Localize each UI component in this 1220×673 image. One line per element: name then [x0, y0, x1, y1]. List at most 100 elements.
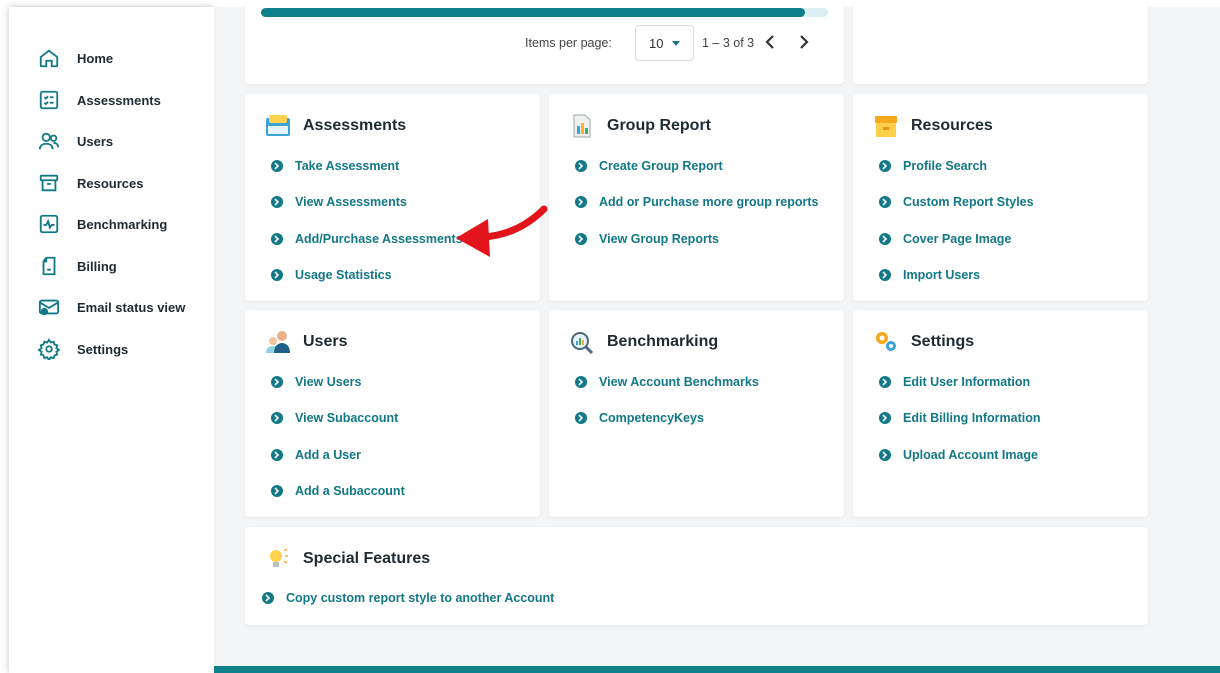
special-features-card: Special Features Copy custom report styl…: [245, 527, 1148, 625]
link-label: View Subaccount: [295, 411, 399, 425]
items-per-page-value: 10: [649, 35, 664, 51]
items-per-page-select[interactable]: 10: [635, 25, 694, 61]
annotation-arrow-icon: [456, 205, 548, 257]
chevron-circle-icon: [879, 412, 891, 424]
sidebar-item-resources[interactable]: Resources: [36, 170, 143, 196]
footer-bar: [214, 666, 1220, 673]
sidebar-item-label: Settings: [77, 341, 129, 357]
chevron-circle-icon: [879, 196, 891, 208]
chevron-circle-icon: [879, 449, 891, 461]
chevron-circle-icon: [271, 412, 283, 424]
view-subaccount-link[interactable]: View Subaccount: [271, 409, 398, 427]
chevron-circle-icon: [879, 269, 891, 281]
edit-billing-information-link[interactable]: Edit Billing Information: [879, 409, 1041, 427]
items-per-page-label: Items per page:: [525, 36, 612, 50]
card-title: Benchmarking: [607, 333, 719, 350]
home-icon: [36, 45, 62, 71]
link-label: Cover Page Image: [903, 232, 1012, 246]
card-header: Users: [264, 328, 347, 356]
card-title: Group Report: [607, 117, 711, 134]
lightbulb-icon: [264, 545, 292, 573]
chevron-circle-icon: [271, 449, 283, 461]
view-users-link[interactable]: View Users: [271, 373, 361, 391]
chevron-circle-icon: [879, 160, 891, 172]
cover-page-image-link[interactable]: Cover Page Image: [879, 230, 1011, 248]
view-account-benchmarks-link[interactable]: View Account Benchmarks: [575, 373, 759, 391]
link-label: CompetencyKeys: [599, 411, 704, 425]
assessment-clipboard-icon: [264, 112, 292, 140]
sidebar-item-billing[interactable]: Billing: [36, 253, 117, 279]
chevron-circle-icon: [575, 196, 587, 208]
pagination-range: 1 – 3 of 3: [702, 36, 755, 50]
copy-custom-report-style-link[interactable]: Copy custom report style to another Acco…: [262, 589, 554, 607]
link-label: Profile Search: [903, 159, 988, 173]
caret-down-icon: [672, 40, 681, 46]
archive-box-icon: [36, 170, 62, 196]
card-header: Resources: [872, 112, 993, 140]
sidebar-item-assessments[interactable]: Assessments: [36, 87, 161, 113]
card-header: Special Features: [264, 545, 430, 573]
sidebar-item-users[interactable]: Users: [36, 128, 113, 154]
sidebar: Home Assessments Users Resources Benchma…: [9, 7, 214, 673]
users-icon: [36, 128, 62, 154]
gear-icon: [36, 336, 62, 362]
take-assessment-link[interactable]: Take Assessment: [271, 157, 399, 175]
pulse-chart-icon: [36, 211, 62, 237]
sidebar-item-settings[interactable]: Settings: [36, 336, 128, 362]
link-label: Edit User Information: [903, 375, 1031, 389]
link-label: View Group Reports: [599, 232, 719, 246]
view-assessments-link[interactable]: View Assessments: [271, 193, 407, 211]
link-label: Create Group Report: [599, 159, 723, 173]
add-user-link[interactable]: Add a User: [271, 446, 361, 464]
benchmarking-card: Benchmarking View Account Benchmarks Com…: [549, 310, 844, 517]
link-label: Custom Report Styles: [903, 195, 1034, 209]
link-label: Add or Purchase more group reports: [599, 195, 819, 209]
link-label: Add a User: [295, 448, 361, 462]
sidebar-item-home[interactable]: Home: [36, 45, 113, 71]
sidebar-item-email-status[interactable]: Email status view: [36, 294, 185, 320]
card-header: Assessments: [264, 112, 406, 140]
card-title: Assessments: [303, 117, 407, 134]
chevron-circle-icon: [271, 160, 283, 172]
profile-search-link[interactable]: Profile Search: [879, 157, 987, 175]
view-group-reports-link[interactable]: View Group Reports: [575, 230, 719, 248]
magnifier-chart-icon: [568, 328, 596, 356]
add-purchase-group-reports-link[interactable]: Add or Purchase more group reports: [575, 193, 818, 211]
sidebar-item-label: Resources: [77, 175, 144, 191]
card-title: Special Features: [303, 550, 431, 567]
sidebar-item-label: Home: [77, 50, 114, 66]
link-label: Take Assessment: [295, 159, 400, 173]
card-header: Benchmarking: [568, 328, 718, 356]
create-group-report-link[interactable]: Create Group Report: [575, 157, 723, 175]
usage-statistics-link[interactable]: Usage Statistics: [271, 266, 392, 284]
group-report-card: Group Report Create Group Report Add or …: [549, 94, 844, 301]
assessments-card: Assessments Take Assessment View Assessm…: [245, 94, 540, 301]
add-subaccount-link[interactable]: Add a Subaccount: [271, 482, 405, 500]
chevron-left-icon: [765, 35, 774, 49]
add-purchase-assessments-link[interactable]: Add/Purchase Assessments: [271, 230, 463, 248]
link-label: Import Users: [903, 268, 981, 282]
link-label: Edit Billing Information: [903, 411, 1041, 425]
chevron-circle-icon: [575, 412, 587, 424]
chevron-circle-icon: [575, 233, 587, 245]
report-document-icon: [568, 112, 596, 140]
sidebar-item-label: Billing: [77, 258, 117, 274]
edit-user-information-link[interactable]: Edit User Information: [879, 373, 1030, 391]
sidebar-item-label: Assessments: [77, 92, 161, 108]
gears-icon: [872, 328, 900, 356]
chevron-circle-icon: [271, 485, 283, 497]
next-page-button[interactable]: [796, 33, 812, 51]
import-users-link[interactable]: Import Users: [879, 266, 980, 284]
settings-card: Settings Edit User Information Edit Bill…: [853, 310, 1148, 517]
scroll-progress-bar[interactable]: [261, 8, 828, 17]
users-group-icon: [264, 328, 292, 356]
sidebar-item-benchmarking[interactable]: Benchmarking: [36, 211, 167, 237]
previous-page-button[interactable]: [762, 33, 778, 51]
custom-report-styles-link[interactable]: Custom Report Styles: [879, 193, 1034, 211]
link-label: Upload Account Image: [903, 448, 1038, 462]
chevron-circle-icon: [271, 233, 283, 245]
sidebar-item-label: Users: [77, 133, 114, 149]
competency-keys-link[interactable]: CompetencyKeys: [575, 409, 704, 427]
chevron-circle-icon: [879, 376, 891, 388]
upload-account-image-link[interactable]: Upload Account Image: [879, 446, 1038, 464]
